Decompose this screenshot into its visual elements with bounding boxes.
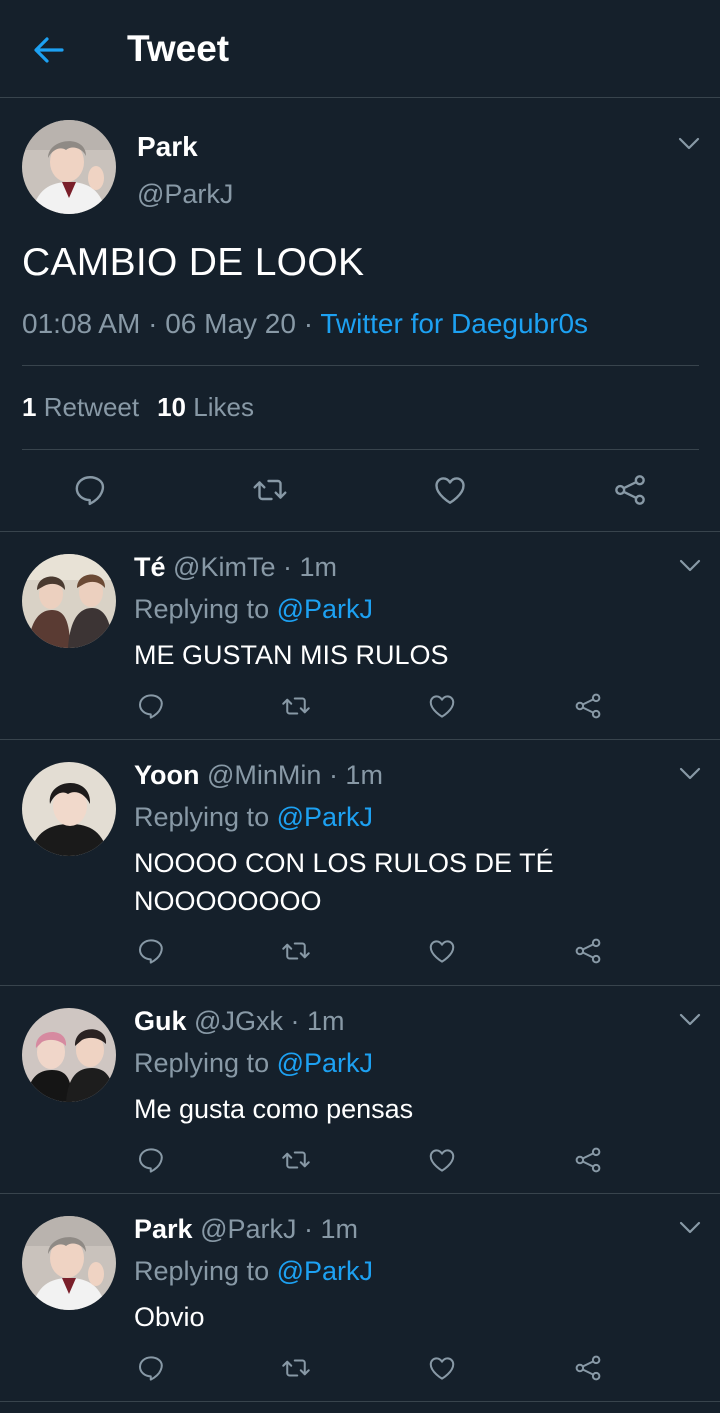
- mention-link[interactable]: @ParkJ: [277, 1048, 373, 1078]
- like-label: Likes: [193, 392, 254, 422]
- comment-icon[interactable]: [136, 691, 166, 721]
- heart-icon[interactable]: [427, 1145, 457, 1175]
- author-name[interactable]: Park: [134, 1214, 193, 1244]
- tweet-source-link[interactable]: Twitter for Daegubr0s: [320, 308, 588, 339]
- comment-icon[interactable]: [136, 936, 166, 966]
- heart-icon[interactable]: [427, 936, 457, 966]
- avatar[interactable]: [22, 1216, 116, 1310]
- reply-text: NOOOO CON LOS RULOS DE TÉ NOOOOOOOO: [134, 848, 554, 916]
- reply-tweet[interactable]: Park @ParkJ · 1m Replying to @ParkJ Obvi…: [0, 1194, 720, 1402]
- replying-to: Replying to @ParkJ: [134, 594, 373, 625]
- author-name[interactable]: Té: [134, 552, 166, 582]
- avatar[interactable]: [22, 554, 116, 648]
- author-handle[interactable]: @JGxk: [194, 1006, 283, 1036]
- retweet-icon[interactable]: [281, 1353, 311, 1383]
- reply-tweet[interactable]: Yoon @MinMin · 1m Replying to @ParkJ NOO…: [0, 740, 720, 986]
- tweet-stats: 1 Retweet 10 Likes: [22, 392, 254, 423]
- chevron-down-icon[interactable]: [679, 1221, 701, 1235]
- retweet-icon[interactable]: [281, 1145, 311, 1175]
- retweet-icon[interactable]: [281, 691, 311, 721]
- share-icon[interactable]: [573, 1145, 603, 1175]
- heart-icon[interactable]: [427, 1353, 457, 1383]
- avatar[interactable]: [22, 120, 116, 214]
- likes-stat[interactable]: 10 Likes: [157, 392, 254, 422]
- heart-icon[interactable]: [427, 691, 457, 721]
- meta-separator: ·: [303, 308, 314, 339]
- tweet-date: 06 May 20: [165, 308, 296, 339]
- retweet-icon[interactable]: [281, 936, 311, 966]
- comment-icon[interactable]: [136, 1145, 166, 1175]
- divider: [22, 365, 699, 366]
- reply-time: · 1m: [304, 1214, 359, 1244]
- arrow-left-icon[interactable]: [30, 32, 68, 68]
- author-name[interactable]: Park: [137, 131, 198, 163]
- tweet-time: 01:08 AM: [22, 308, 141, 339]
- replying-to: Replying to @ParkJ: [134, 802, 373, 833]
- reply-header: Yoon @MinMin · 1m: [134, 760, 383, 791]
- author-handle[interactable]: @KimTe: [173, 552, 275, 582]
- reply-time: · 1m: [290, 1006, 345, 1036]
- reply-tweet[interactable]: Té @KimTe · 1m Replying to @ParkJ ME GUS…: [0, 532, 720, 740]
- replying-to-label: Replying to: [134, 802, 270, 832]
- share-icon[interactable]: [612, 472, 648, 508]
- comment-icon[interactable]: [136, 1353, 166, 1383]
- reply-time: · 1m: [282, 552, 337, 582]
- author-name[interactable]: Yoon: [134, 760, 199, 790]
- reply-tweet[interactable]: Guk @JGxk · 1m Replying to @ParkJ Me gus…: [0, 986, 720, 1194]
- replying-to-label: Replying to: [134, 1048, 270, 1078]
- share-icon[interactable]: [573, 691, 603, 721]
- divider: [22, 449, 699, 450]
- author-handle[interactable]: @ParkJ: [200, 1214, 296, 1244]
- chevron-down-icon[interactable]: [679, 559, 701, 573]
- chevron-down-icon[interactable]: [678, 137, 700, 151]
- avatar[interactable]: [22, 1008, 116, 1102]
- share-icon[interactable]: [573, 1353, 603, 1383]
- replying-to-label: Replying to: [134, 594, 270, 624]
- author-handle[interactable]: @ParkJ: [137, 179, 233, 210]
- replying-to: Replying to @ParkJ: [134, 1048, 373, 1079]
- like-count: 10: [157, 392, 187, 422]
- main-tweet: Park @ParkJ CAMBIO DE LOOK 01:08 AM · 06…: [0, 98, 720, 532]
- retweets-stat[interactable]: 1 Retweet: [22, 392, 139, 422]
- tweet-text: CAMBIO DE LOOK: [22, 241, 365, 284]
- reply-header: Park @ParkJ · 1m: [134, 1214, 358, 1245]
- comment-icon[interactable]: [72, 472, 108, 508]
- retweet-count: 1: [22, 392, 37, 422]
- chevron-down-icon[interactable]: [679, 767, 701, 781]
- retweet-label: Retweet: [43, 392, 140, 422]
- reply-text: ME GUSTAN MIS RULOS: [134, 640, 449, 670]
- reply-text: Me gusta como pensas: [134, 1094, 414, 1124]
- meta-separator: ·: [148, 308, 158, 339]
- avatar[interactable]: [22, 762, 116, 856]
- chevron-down-icon[interactable]: [679, 1013, 701, 1027]
- tweet-metadata: 01:08 AM · 06 May 20 · Twitter for Daegu…: [22, 308, 588, 340]
- mention-link[interactable]: @ParkJ: [277, 1256, 373, 1286]
- reply-time: · 1m: [328, 760, 383, 790]
- retweet-icon[interactable]: [252, 472, 288, 508]
- replying-to: Replying to @ParkJ: [134, 1256, 373, 1287]
- author-handle[interactable]: @MinMin: [207, 760, 321, 790]
- reply-header: Té @KimTe · 1m: [134, 552, 337, 583]
- mention-link[interactable]: @ParkJ: [277, 802, 373, 832]
- mention-link[interactable]: @ParkJ: [277, 594, 373, 624]
- share-icon[interactable]: [573, 936, 603, 966]
- heart-icon[interactable]: [432, 472, 468, 508]
- page-title: Tweet: [127, 28, 230, 69]
- replying-to-label: Replying to: [134, 1256, 270, 1286]
- reply-header: Guk @JGxk · 1m: [134, 1006, 344, 1037]
- reply-text: Obvio: [134, 1302, 205, 1332]
- author-name[interactable]: Guk: [134, 1006, 187, 1036]
- top-app-bar: Tweet: [0, 0, 720, 98]
